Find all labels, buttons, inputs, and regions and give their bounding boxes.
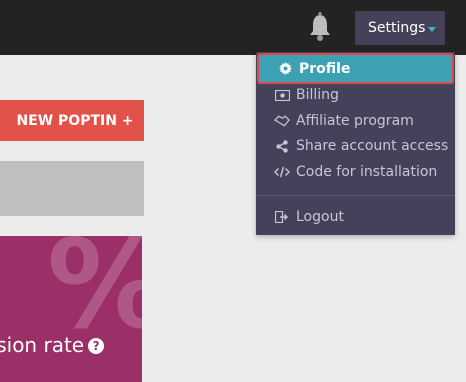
menu-item-share[interactable]: Share account access [256, 133, 455, 159]
help-icon[interactable]: ? [88, 338, 105, 354]
menu-label-billing: Billing [296, 87, 339, 103]
settings-button[interactable]: Settings [355, 11, 445, 45]
logout-icon [274, 210, 290, 224]
menu-divider [256, 195, 455, 196]
menu-label-code: Code for installation [296, 164, 438, 180]
caret-down-icon [428, 26, 437, 32]
menu-label-logout: Logout [296, 209, 344, 225]
handshake-icon [274, 114, 290, 128]
new-poptin-label: NEW POPTIN + [16, 112, 134, 129]
share-icon [274, 139, 290, 153]
code-icon [274, 165, 290, 179]
card-label-text: rsion rate [0, 333, 85, 357]
bell-icon[interactable] [306, 11, 334, 43]
menu-item-logout[interactable]: Logout [256, 204, 455, 230]
menu-item-billing[interactable]: Billing [256, 82, 455, 108]
menu-item-code[interactable]: Code for installation [256, 159, 455, 185]
card-label: rsion rate? [0, 333, 105, 357]
menu-label-profile: Profile [299, 60, 351, 77]
menu-label-share: Share account access [296, 138, 449, 154]
placeholder-bar [0, 161, 144, 216]
conversion-rate-card: % rsion rate? [0, 236, 142, 382]
gear-icon [277, 62, 293, 76]
top-bar: Settings [0, 0, 466, 55]
new-poptin-button[interactable]: NEW POPTIN + [0, 100, 144, 141]
settings-label: Settings [368, 20, 426, 36]
settings-dropdown: Profile Billing Affiliate program Share … [256, 52, 455, 235]
billing-icon [274, 88, 290, 102]
menu-item-profile[interactable]: Profile [257, 53, 454, 84]
percent-icon: % [47, 236, 142, 346]
menu-label-affiliate: Affiliate program [296, 113, 414, 129]
menu-item-affiliate[interactable]: Affiliate program [256, 108, 455, 134]
